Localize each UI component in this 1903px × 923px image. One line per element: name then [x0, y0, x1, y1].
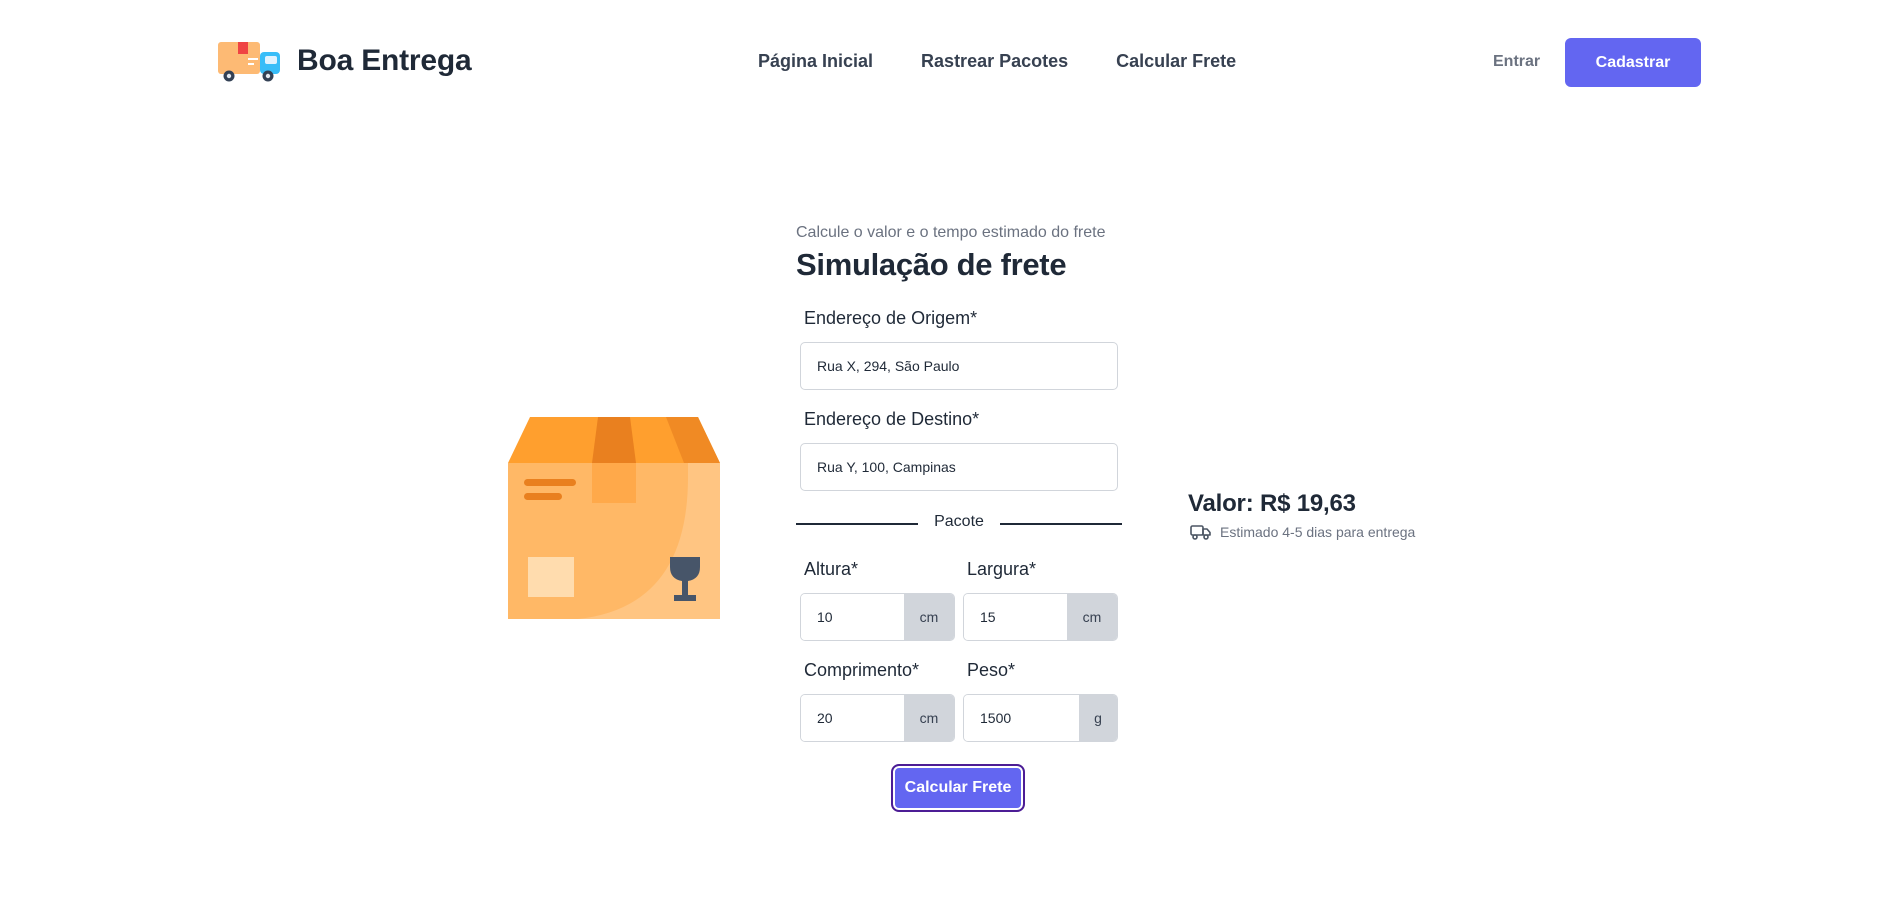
shipping-value: Valor: R$ 19,63 [1188, 490, 1356, 517]
nav-calculate-shipping[interactable]: Calcular Frete [1116, 51, 1236, 72]
cardboard-box-icon [508, 417, 720, 619]
weight-label: Peso* [967, 660, 1016, 680]
calculate-shipping-button[interactable]: Calcular Frete [891, 764, 1025, 812]
height-label: Altura* [804, 559, 859, 579]
weight-input[interactable] [964, 695, 1079, 741]
signup-button[interactable]: Cadastrar [1565, 38, 1701, 87]
destination-label: Endereço de Destino* [804, 409, 980, 429]
height-field: cm [800, 593, 955, 641]
form-title: Simulação de frete [796, 247, 1067, 282]
height-input[interactable] [801, 594, 904, 640]
nav-track-packages[interactable]: Rastrear Pacotes [921, 51, 1068, 72]
origin-label: Endereço de Origem* [804, 308, 978, 328]
package-divider: Pacote [796, 513, 1122, 533]
width-field: cm [963, 593, 1118, 641]
length-label: Comprimento* [804, 660, 920, 680]
length-unit: cm [904, 695, 954, 741]
weight-field: g [963, 694, 1118, 742]
delivery-truck-icon [218, 42, 280, 82]
destination-input[interactable] [800, 443, 1118, 491]
site-header: Boa Entrega Página Inicial Rastrear Paco… [0, 0, 1903, 124]
delivery-estimate: Estimado 4-5 dias para entrega [1188, 524, 1415, 540]
nav-home[interactable]: Página Inicial [758, 51, 873, 72]
form-subtitle: Calcule o valor e o tempo estimado do fr… [796, 224, 1106, 241]
shipping-result: Valor: R$ 19,63 Estimado 4-5 dias para e… [1188, 490, 1415, 540]
length-field: cm [800, 694, 955, 742]
width-label: Largura* [967, 559, 1037, 579]
brand-name: Boa Entrega [297, 44, 472, 77]
length-input[interactable] [801, 695, 904, 741]
weight-unit: g [1079, 695, 1117, 741]
login-link[interactable]: Entrar [1493, 53, 1540, 71]
origin-input[interactable] [800, 342, 1118, 390]
delivery-estimate-text: Estimado 4-5 dias para entrega [1220, 524, 1416, 540]
logo[interactable]: Boa Entrega [218, 38, 472, 84]
width-input[interactable] [964, 594, 1067, 640]
height-unit: cm [904, 594, 954, 640]
width-unit: cm [1067, 594, 1117, 640]
truck-icon [1190, 525, 1211, 540]
divider-line-right [1000, 523, 1122, 525]
package-divider-label: Pacote [934, 513, 984, 530]
shipping-form: Calcule o valor e o tempo estimado do fr… [796, 224, 1122, 812]
main-nav: Página Inicial Rastrear Pacotes Calcular… [758, 51, 1236, 72]
